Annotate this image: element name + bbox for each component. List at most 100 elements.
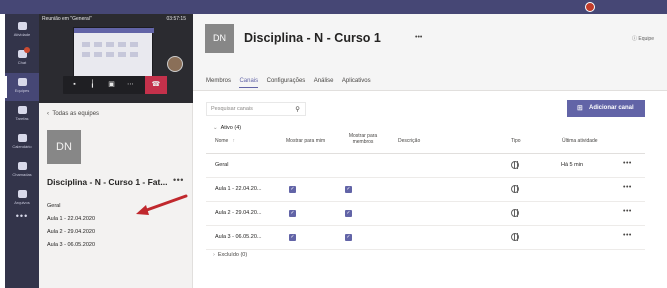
rail-item-calls[interactable]: Chamadas	[5, 157, 39, 185]
annotation-arrow	[136, 194, 188, 215]
column-type: Tipo	[511, 138, 521, 144]
shared-thumb	[94, 52, 102, 57]
page-title: Disciplina - N - Curso 1	[244, 31, 381, 45]
tab-bar: Membros Canais Configurações Análise Apl…	[206, 69, 375, 88]
active-group-toggle[interactable]: ⌄ Ativo (4)	[213, 125, 241, 131]
column-show-members: Mostrar para membros	[348, 133, 378, 145]
team-more-icon[interactable]: •••	[173, 175, 184, 185]
channel-item[interactable]: Aula 2 - 29.04.2020	[47, 226, 95, 239]
rail-item-label: Calendário	[12, 144, 32, 149]
more-icon[interactable]: ⋯	[122, 76, 139, 94]
rail-item-calendar[interactable]: Calendário	[5, 129, 39, 157]
add-channel-button[interactable]: ⊞ Adicionar canal	[567, 100, 645, 117]
rail-item-label: Atividade	[13, 32, 31, 37]
arrow-shaft	[142, 194, 188, 213]
shared-thumb	[94, 42, 102, 47]
shared-thumb	[82, 52, 90, 57]
show-me-checkbox[interactable]: ✓	[289, 210, 296, 217]
channel-item[interactable]: Aula 3 - 06.05.2020	[47, 239, 95, 252]
row-more-icon[interactable]: •••	[623, 232, 632, 239]
phone-icon	[17, 162, 27, 170]
rail-more-button[interactable]: •••	[5, 211, 39, 221]
all-teams-label: Todas as equipes	[52, 111, 100, 117]
column-name-label: Nome	[215, 138, 229, 144]
call-controls: ▪ ╽ ▣ ⋯ ☎	[63, 76, 167, 94]
shared-thumb	[82, 42, 90, 47]
arrow-head	[136, 205, 149, 215]
chevron-down-icon: ⌄	[213, 125, 218, 131]
show-me-checkbox[interactable]: ✓	[289, 234, 296, 241]
mic-icon[interactable]: ╽	[84, 76, 101, 94]
sort-icon: ↑	[229, 138, 236, 144]
team-header: DN Disciplina - N - Curso 1 ••• ⓘ Equipe…	[193, 14, 667, 91]
active-group-label: Ativo (4)	[220, 125, 242, 131]
share-icon[interactable]: ▣	[103, 76, 120, 94]
shared-thumb	[130, 42, 138, 47]
excluded-group-toggle[interactable]: › Excluído (0)	[213, 252, 247, 258]
tab-apps[interactable]: Aplicativos	[342, 78, 371, 87]
calendar-icon	[17, 134, 27, 142]
team-button-label: Equipe	[638, 36, 654, 42]
globe-icon	[511, 185, 519, 193]
search-placeholder: Pesquisar canais	[211, 106, 253, 112]
column-name[interactable]: Nome ↑	[215, 138, 235, 144]
files-icon	[17, 190, 27, 198]
channel-list: Geral Aula 1 - 22.04.2020 Aula 2 - 29.04…	[47, 200, 95, 252]
show-members-checkbox[interactable]: ✓	[345, 186, 352, 193]
team-button[interactable]: ⓘ Equipe	[632, 35, 654, 42]
column-last-activity: Última atividade	[562, 138, 598, 144]
channel-item[interactable]: Geral	[47, 200, 95, 213]
team-avatar: DN	[47, 130, 81, 164]
shared-thumb	[118, 52, 126, 57]
table-row[interactable]: Geral Há 5 min •••	[206, 154, 645, 178]
channel-name: Geral	[215, 162, 229, 168]
title-more-icon[interactable]: •••	[415, 34, 422, 41]
title-bar	[0, 0, 667, 14]
search-channels-input[interactable]: Pesquisar canais ⚲	[206, 102, 306, 116]
rail-item-label: Equipes	[14, 88, 30, 93]
tab-settings[interactable]: Configurações	[267, 78, 306, 87]
rail-item-assignments[interactable]: Tarefas	[5, 101, 39, 129]
team-management-view: DN Disciplina - N - Curso 1 ••• ⓘ Equipe…	[193, 14, 667, 288]
shared-thumb	[106, 52, 114, 57]
show-members-checkbox[interactable]: ✓	[345, 210, 352, 217]
meeting-timer: 03:57:15	[166, 16, 186, 22]
table-row[interactable]: Aula 3 - 06.05.20... ✓ ✓ •••	[206, 226, 645, 250]
row-more-icon[interactable]: •••	[623, 208, 632, 215]
last-activity: Há 5 min	[561, 162, 584, 168]
shared-screen	[73, 27, 154, 77]
team-header-avatar: DN	[205, 24, 234, 53]
row-more-icon[interactable]: •••	[623, 160, 632, 167]
app-rail: Atividade Chat Equipes Tarefas Calendári…	[5, 14, 39, 288]
all-teams-link[interactable]: ‹ Todas as equipes	[47, 111, 99, 117]
row-more-icon[interactable]: •••	[623, 184, 632, 191]
rail-item-files[interactable]: Arquivos	[5, 185, 39, 213]
meeting-title: Reunião em "General"	[42, 16, 92, 22]
teams-left-panel: Reunião em "General" 03:57:15 ▪ ╽ ▣ ⋯ ☎ …	[39, 14, 193, 288]
meeting-preview[interactable]: Reunião em "General" 03:57:15 ▪ ╽ ▣ ⋯ ☎	[39, 14, 193, 103]
hangup-icon[interactable]: ☎	[145, 76, 167, 94]
rail-item-teams[interactable]: Equipes	[5, 73, 39, 101]
table-row[interactable]: Aula 1 - 22.04.20... ✓ ✓ •••	[206, 178, 645, 202]
table-row[interactable]: Aula 2 - 29.04.20... ✓ ✓ •••	[206, 202, 645, 226]
search-icon: ⚲	[295, 106, 300, 113]
add-channel-label: Adicionar canal	[589, 105, 634, 111]
show-me-checkbox[interactable]: ✓	[289, 186, 296, 193]
user-avatar[interactable]	[585, 2, 595, 12]
camera-icon[interactable]: ▪	[66, 76, 83, 94]
globe-icon	[511, 233, 519, 241]
show-members-checkbox[interactable]: ✓	[345, 234, 352, 241]
tab-analytics[interactable]: Análise	[314, 78, 334, 87]
channel-name: Aula 3 - 06.05.20...	[215, 234, 262, 240]
channel-item[interactable]: Aula 1 - 22.04.2020	[47, 213, 95, 226]
shared-thumb	[106, 42, 114, 47]
rail-item-label: Chamadas	[12, 172, 32, 177]
rail-item-chat[interactable]: Chat	[5, 45, 39, 73]
shared-thumb	[130, 52, 138, 57]
tab-members[interactable]: Membros	[206, 78, 231, 87]
globe-icon	[511, 209, 519, 217]
chevron-right-icon: ›	[213, 252, 215, 258]
tab-channels[interactable]: Canais	[239, 78, 259, 88]
rail-item-activity[interactable]: Atividade	[5, 17, 39, 45]
bell-icon	[17, 22, 27, 30]
